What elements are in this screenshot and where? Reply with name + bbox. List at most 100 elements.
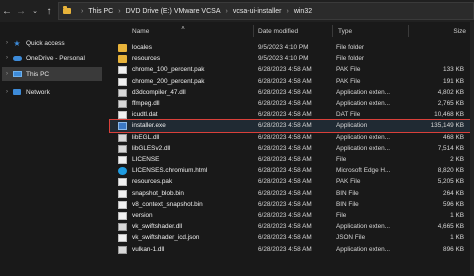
column-divider[interactable]	[332, 25, 333, 37]
file-row[interactable]: LICENSE 6/28/2023 4:58 AM File 2 KB	[110, 154, 474, 165]
file-name: version	[132, 212, 153, 219]
file-date-modified: 6/28/2023 4:58 AM	[258, 167, 312, 175]
breadcrumb-win32[interactable]: win32	[294, 8, 312, 15]
cloud-icon	[12, 54, 22, 63]
file-row[interactable]: d3dcompiler_47.dll 6/28/2023 4:58 AM Appli…	[110, 87, 474, 98]
column-divider[interactable]	[253, 25, 254, 37]
nav-item-label: Network	[26, 88, 50, 96]
file-size: 2,765 KB	[437, 100, 464, 107]
file-date-modified: 6/28/2023 4:58 AM	[258, 100, 312, 107]
file-size: 2 KB	[450, 156, 464, 163]
file-row[interactable]: vulkan-1.dll 6/28/2023 4:58 AM Application…	[110, 244, 474, 255]
folder-icon	[63, 6, 71, 14]
file-type: PAK File	[336, 66, 361, 74]
breadcrumb-this-pc[interactable]: This PC	[88, 8, 113, 15]
expand-chevron-icon[interactable]: ›	[2, 89, 12, 95]
file-row[interactable]: chrome_200_percent.pak 6/28/2023 4:58 AM P…	[110, 76, 474, 87]
document-icon	[118, 77, 127, 86]
file-row[interactable]: icudtl.dat 6/28/2023 4:58 AM DAT File 10,46…	[110, 109, 474, 120]
file-date-modified: 6/28/2023 4:58 AM	[258, 111, 312, 119]
nav-item-quick-access[interactable]: › ★ Quick access	[2, 36, 102, 50]
file-size: 191 KB	[443, 77, 464, 85]
file-date-modified: 6/28/2023 4:58 AM	[258, 122, 312, 130]
address-bar[interactable]: › This PC › DVD Drive (E:) VMware VCSA ›…	[58, 2, 474, 20]
file-name: d3dcompiler_47.dll	[132, 88, 186, 96]
file-row[interactable]: version 6/28/2023 4:58 AM File 1 KB	[110, 210, 474, 221]
file-row[interactable]: resources.pak 6/28/2023 4:58 AM PAK File 5,…	[110, 176, 474, 187]
file-name: LICENSE	[132, 156, 160, 163]
dll-icon	[118, 133, 127, 142]
expand-chevron-icon[interactable]: ›	[2, 55, 12, 61]
file-size: 5,205 KB	[437, 178, 464, 186]
exe-icon	[118, 122, 127, 131]
file-size: 133 KB	[443, 66, 464, 74]
file-row[interactable]: snapshot_blob.bin 6/28/2023 4:58 AM BIN Fi…	[110, 188, 474, 199]
dll-icon	[118, 144, 127, 153]
vertical-scrollbar[interactable]	[470, 22, 474, 276]
file-list: Name ˄ Date modified Type Size locales 9/…	[106, 22, 474, 276]
forward-arrow-icon[interactable]: →	[14, 2, 28, 20]
file-name: chrome_200_percent.pak	[132, 77, 205, 85]
file-type: Application exten...	[336, 223, 390, 231]
file-size: 468 KB	[443, 133, 464, 141]
file-row[interactable]: libEGL.dll 6/28/2023 4:58 AM Application e…	[110, 132, 474, 143]
document-icon	[118, 189, 127, 198]
expand-chevron-icon[interactable]: ›	[2, 71, 12, 77]
column-header-date-modified[interactable]: Date modified	[258, 24, 298, 38]
file-date-modified: 6/28/2023 4:58 AM	[258, 144, 312, 152]
edge-icon	[118, 167, 127, 176]
file-name: LICENSES.chromium.html	[132, 167, 208, 175]
column-header-size[interactable]: Size	[404, 24, 466, 38]
expand-chevron-icon[interactable]: ›	[2, 40, 12, 46]
file-row[interactable]: libGLESv2.dll 6/28/2023 4:58 AM Applicatio…	[110, 143, 474, 154]
file-size: 7,514 KB	[437, 144, 464, 152]
nav-item-network[interactable]: › Network	[2, 85, 102, 99]
column-header-name[interactable]: Name	[132, 24, 149, 38]
file-date-modified: 6/28/2023 4:58 AM	[258, 223, 312, 231]
file-row[interactable]: ffmpeg.dll 6/28/2023 4:58 AM Application e…	[110, 98, 474, 109]
file-size: 1 KB	[450, 234, 464, 242]
file-row[interactable]: chrome_100_percent.pak 6/28/2023 4:58 AM P…	[110, 64, 474, 75]
folder-icon	[118, 44, 127, 52]
file-size: 896 KB	[443, 245, 464, 253]
file-row[interactable]: LICENSES.chromium.html 6/28/2023 4:58 AM M…	[110, 165, 474, 176]
file-type: File	[336, 212, 347, 219]
breadcrumb-separator-icon: ›	[286, 7, 289, 15]
breadcrumb-dvd-drive[interactable]: DVD Drive (E:) VMware VCSA	[126, 8, 221, 15]
file-type: JSON File	[336, 234, 366, 242]
file-name: vk_swiftshader_icd.json	[132, 234, 200, 242]
file-date-modified: 6/28/2023 4:58 AM	[258, 212, 312, 219]
back-arrow-icon[interactable]: ←	[0, 2, 14, 20]
file-row[interactable]: vk_swiftshader_icd.json 6/28/2023 4:58 AM…	[110, 232, 474, 243]
file-row[interactable]: v8_context_snapshot.bin 6/28/2023 4:58 AM…	[110, 199, 474, 210]
file-date-modified: 6/28/2023 4:58 AM	[258, 234, 312, 242]
file-row-selected[interactable]: installer.exe 6/28/2023 4:58 AM Applicatio…	[109, 119, 474, 133]
up-arrow-icon[interactable]: ↑	[42, 2, 56, 20]
file-type: PAK File	[336, 178, 361, 186]
file-type: Application exten...	[336, 144, 390, 152]
breadcrumb-vcsa-ui-installer[interactable]: vcsa-ui-installer	[233, 8, 282, 15]
column-header-type[interactable]: Type	[338, 24, 352, 38]
file-row[interactable]: resources 9/5/2023 4:10 PM File folder	[110, 53, 474, 64]
folder-icon	[118, 55, 127, 64]
recent-chevron-icon[interactable]: ⌄	[28, 2, 42, 20]
network-icon	[12, 88, 22, 97]
file-date-modified: 6/28/2023 4:58 AM	[258, 245, 312, 253]
nav-item-onedrive[interactable]: › OneDrive - Personal	[2, 51, 102, 65]
file-size: 4,802 KB	[437, 88, 464, 96]
file-name: ffmpeg.dll	[132, 100, 160, 107]
nav-item-this-pc[interactable]: › This PC	[2, 67, 102, 81]
file-type: Application exten...	[336, 133, 390, 141]
file-size: 135,149 KB	[430, 122, 464, 130]
file-name: snapshot_blob.bin	[132, 189, 184, 197]
file-name: libGLESv2.dll	[132, 144, 171, 152]
dll-icon	[118, 245, 127, 254]
breadcrumb-separator-icon: ›	[225, 7, 228, 15]
file-row[interactable]: locales 9/5/2023 4:10 PM File folder	[110, 42, 474, 53]
file-date-modified: 6/28/2023 4:58 AM	[258, 178, 312, 186]
navigation-pane: › ★ Quick access › OneDrive - Personal ›…	[0, 22, 106, 276]
file-row[interactable]: vk_swiftshader.dll 6/28/2023 4:58 AM Appli…	[110, 221, 474, 232]
document-icon	[118, 212, 127, 220]
file-date-modified: 6/28/2023 4:58 AM	[258, 133, 312, 141]
sort-caret-icon: ˄	[181, 26, 185, 32]
